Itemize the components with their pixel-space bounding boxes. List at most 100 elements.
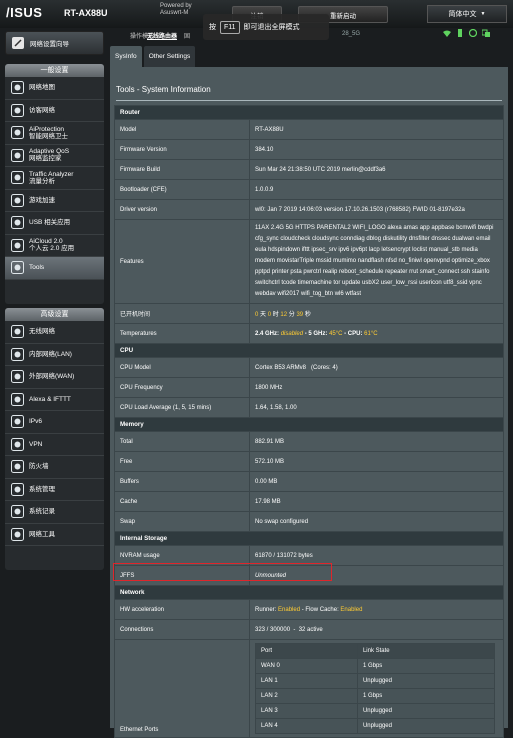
sidebar-item-label: VPN <box>29 441 42 448</box>
sidebar-item-title: VPN <box>29 440 43 448</box>
firewall-icon <box>11 460 24 474</box>
sidebar-item-label: USB 相关应用 <box>29 219 70 226</box>
fw-version-label: Firmware Version <box>114 139 250 160</box>
firmware-label: 固 <box>184 34 191 40</box>
ethernet-ports-value: Port Link State WAN 01 Gbps LAN 1 Unplugg… <box>249 639 504 738</box>
tab-other-settings[interactable]: Other Settings <box>143 46 196 67</box>
powered-line2: Asuswrt-M <box>160 10 189 16</box>
sidebar-item-label: Adaptive QoS 网络监控家 <box>29 148 69 162</box>
sidebar-item-label: 系统管理 <box>29 486 55 493</box>
ipv6-icon <box>11 415 24 429</box>
cpu-freq-label: CPU Frequency <box>114 377 250 398</box>
runner-label: Runner: <box>255 606 277 613</box>
f11-suffix: 即可退出全屏模式 <box>243 24 300 31</box>
language-select[interactable]: 简体中文 ▼ <box>427 5 507 23</box>
sidebar-item-network-map[interactable]: 网络地图 <box>5 77 104 100</box>
port-link: 1 Gbps <box>356 688 496 704</box>
temp-24-value: disabled <box>280 330 304 337</box>
sidebar-item-title: 网络地图 <box>29 84 55 92</box>
sidebar-item-syslog[interactable]: 系统记录 <box>5 501 104 524</box>
internet-status-icon[interactable] <box>468 28 478 38</box>
section-memory: Memory <box>114 417 504 432</box>
ssid-fragment[interactable]: 28_5G <box>342 31 360 37</box>
usb-status-icon[interactable] <box>456 29 464 37</box>
uptime-days: 0 <box>255 312 259 318</box>
temp-cpu-label: - CPU: <box>344 330 363 337</box>
mem-total-label: Total <box>114 431 250 452</box>
syslog-icon <box>11 505 24 519</box>
op-mode-link[interactable]: 无线路由器 <box>147 31 177 40</box>
model-value: RT-AX88U <box>249 119 504 140</box>
sidebar-item-label: Traffic Analyzer 流量分析 <box>29 171 73 185</box>
sidebar-item-traffic-analyzer[interactable]: Traffic Analyzer 流量分析 <box>5 167 104 190</box>
sidebar-item-title: 外部网络(WAN) <box>29 373 75 381</box>
sidebar-item-alexa[interactable]: Alexa & IFTTT <box>5 389 104 411</box>
model-label: Model <box>114 119 250 140</box>
driver-label: Driver version <box>114 199 250 220</box>
game-boost-icon <box>11 193 24 207</box>
wifi-status-icon[interactable] <box>443 29 451 37</box>
sidebar-item-wireless[interactable]: 无线网络 <box>5 321 104 344</box>
sidebar-item-game-boost[interactable]: 游戏加速 <box>5 190 104 212</box>
sidebar-item-usb[interactable]: USB 相关应用 <box>5 212 104 235</box>
cpu-model-value: Cortex B53 ARMv8 (Cores: 4) <box>249 357 504 378</box>
quick-internet-setup-button[interactable]: 网络设置向导 <box>5 31 104 55</box>
advanced-settings-title: 高级设置 <box>5 308 104 321</box>
sidebar-item-aiprotection[interactable]: AiProtection 智能网络卫士 <box>5 122 104 145</box>
sidebar-item-firewall[interactable]: 防火墙 <box>5 456 104 479</box>
sidebar-item-lan[interactable]: 内部网络(LAN) <box>5 344 104 366</box>
sidebar-item-qos[interactable]: Adaptive QoS 网络监控家 <box>5 145 104 167</box>
admin-icon <box>11 482 24 496</box>
flow-cache-value: Enabled <box>340 606 363 613</box>
temperatures-label: Temperatures <box>114 323 250 344</box>
section-network: Network <box>114 585 504 600</box>
sidebar-item-tools[interactable]: Tools <box>5 257 104 280</box>
sidebar-item-ipv6[interactable]: IPv6 <box>5 411 104 434</box>
network-status-icon[interactable] <box>481 29 490 37</box>
sidebar-item-label: IPv6 <box>29 418 42 425</box>
link-state-header: Link State <box>356 643 496 659</box>
mem-buffers-value: 0.00 MB <box>249 471 504 492</box>
hw-accel-value: Runner: Enabled - Flow Cache: Enabled <box>249 599 504 620</box>
sidebar-item-admin[interactable]: 系统管理 <box>5 479 104 501</box>
sidebar-item-label: 防火墙 <box>29 463 49 470</box>
driver-value: wl0: Jan 7 2019 14:06:03 version 17.10.2… <box>249 199 504 220</box>
general-settings-panel: 一般设置 网络地图 访客网络 AiProtection 智能网络卫士 Adaptive … <box>5 64 104 304</box>
sidebar-item-vpn[interactable]: VPN <box>5 434 104 456</box>
section-internal-storage: Internal Storage <box>114 531 504 546</box>
connections-label: Connections <box>114 619 250 640</box>
uptime-hours-unit: 时 <box>272 312 279 318</box>
cpu-freq-value: 1800 MHz <box>249 377 504 398</box>
sidebar-item-network-tools[interactable]: 网络工具 <box>5 524 104 546</box>
sidebar-item-label: AiProtection 智能网络卫士 <box>29 126 68 140</box>
cpu-model-label: CPU Model <box>114 357 250 378</box>
sysinfo-panel: Tools - System Information Router Model R… <box>110 67 508 738</box>
connections-value: 323 / 300000 - 32 active <box>249 619 504 640</box>
sidebar-item-title: 游戏加速 <box>29 196 55 204</box>
sidebar-item-guest-network[interactable]: 访客网络 <box>5 100 104 122</box>
uptime-secs: 39 <box>296 312 304 318</box>
traffic-analyzer-icon <box>11 171 24 185</box>
asus-logo: /ISUS <box>6 5 43 20</box>
port-link: Unplugged <box>356 703 496 719</box>
sidebar-item-wan[interactable]: 外部网络(WAN) <box>5 366 104 389</box>
sidebar-item-label: 外部网络(WAN) <box>29 373 74 380</box>
port-name: LAN 4 <box>255 718 358 734</box>
tab-sysinfo[interactable]: SysInfo <box>110 46 142 67</box>
mem-swap-value: No swap configured <box>249 511 504 532</box>
sidebar-item-title: IPv6 <box>29 418 43 426</box>
table-row: WAN 01 Gbps <box>255 658 496 674</box>
router-model-title: RT-AX88U <box>64 8 108 18</box>
powered-line1: Powered by <box>160 3 192 9</box>
jffs-highlight-box <box>113 563 332 581</box>
sidebar-item-aicloud[interactable]: AiCloud 2.0 个人云 2.0 应用 <box>5 235 104 257</box>
port-link: Unplugged <box>356 673 496 689</box>
language-value: 简体中文 <box>448 11 477 18</box>
features-label: Features <box>114 219 250 304</box>
sidebar-item-title: Tools <box>29 264 45 272</box>
guest-network-icon <box>11 103 24 117</box>
sidebar-item-title: AiProtection <box>29 125 65 133</box>
aicloud-icon <box>11 238 24 252</box>
vpn-icon <box>11 437 24 451</box>
cpu-load-label: CPU Load Average (1, 5, 15 mins) <box>114 397 250 418</box>
